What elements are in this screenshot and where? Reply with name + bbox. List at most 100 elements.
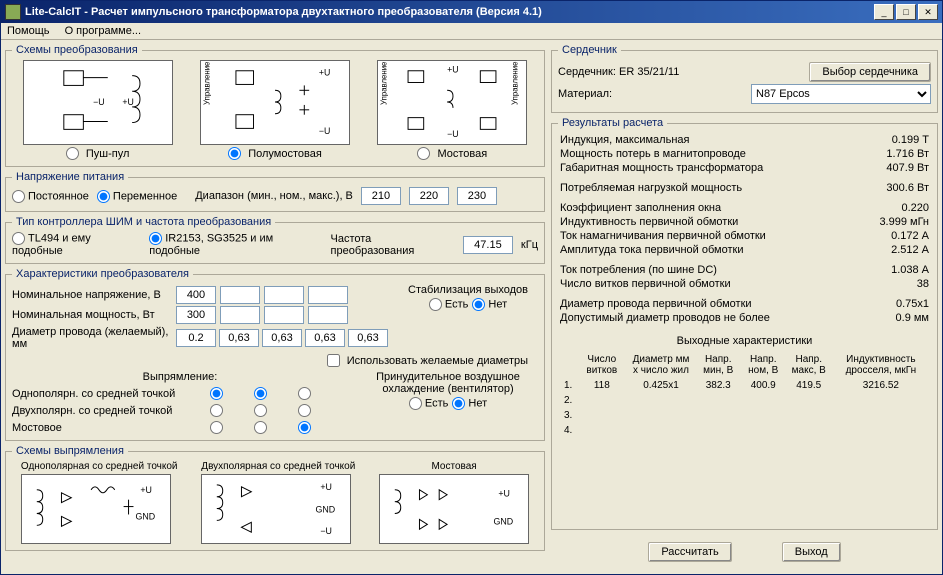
rect-bridge-diagram: +U GND xyxy=(379,474,529,544)
bridge-diagram: Управление Управление +U −U xyxy=(377,60,527,145)
power-4[interactable] xyxy=(308,306,348,324)
cool-yes-radio[interactable] xyxy=(409,397,422,410)
window-title: Lite-CalcIT - Расчет импульсного трансфо… xyxy=(25,6,874,18)
minimize-button[interactable]: _ xyxy=(874,4,894,20)
calculate-button[interactable]: Рассчитать xyxy=(648,542,731,562)
cool-no-radio[interactable] xyxy=(452,397,465,410)
output-row: 4. xyxy=(560,424,929,437)
output-row: 1.1180.425x1382.3400.9419.53216.52 xyxy=(560,379,929,392)
svg-text:GND: GND xyxy=(135,511,155,521)
app-icon xyxy=(5,4,21,20)
select-core-button[interactable]: Выбор сердечника xyxy=(809,62,931,82)
power-2[interactable] xyxy=(220,306,260,324)
result-row: Индуктивность первичной обмотки3.999 мГн xyxy=(558,215,931,229)
svg-text:+U: +U xyxy=(122,97,133,107)
svg-text:−U: −U xyxy=(447,129,458,139)
maximize-button[interactable]: □ xyxy=(896,4,916,20)
rect2-bi[interactable] xyxy=(244,404,277,417)
core-value: ER 35/21/11 xyxy=(619,66,679,78)
diam-3[interactable] xyxy=(305,329,345,347)
diam-2[interactable] xyxy=(262,329,302,347)
exit-button[interactable]: Выход xyxy=(782,542,841,562)
result-row: Ток намагничивания первичной обмотки0.17… xyxy=(558,229,931,243)
diam-0[interactable] xyxy=(176,329,216,347)
schemes-legend: Схемы преобразования xyxy=(12,44,142,56)
supply-voltage-group: Напряжение питания Постоянное Переменное… xyxy=(5,171,545,212)
rect1-uni[interactable] xyxy=(200,387,233,400)
output-row: 2. xyxy=(560,394,929,407)
push-pull-diagram: Управление−U+U xyxy=(23,60,173,145)
svg-text:GND: GND xyxy=(494,516,514,526)
half-bridge-radio[interactable] xyxy=(228,147,241,160)
output-row: 3. xyxy=(560,409,929,422)
app-window: Lite-CalcIT - Расчет импульсного трансфо… xyxy=(0,0,943,575)
result-row: Число витков первичной обмотки38 xyxy=(558,277,931,291)
rect1-bi[interactable] xyxy=(200,404,233,417)
material-select[interactable]: N87 Epcos xyxy=(751,84,931,104)
vnom-input[interactable] xyxy=(409,187,449,205)
tl494-radio[interactable] xyxy=(12,232,25,245)
result-row: Ток потребления (по шине DC)1.038 А xyxy=(558,263,931,277)
controller-group: Тип контроллера ШИМ и частота преобразов… xyxy=(5,216,545,264)
titlebar: Lite-CalcIT - Расчет импульсного трансфо… xyxy=(1,1,942,23)
rect3-uni[interactable] xyxy=(288,387,321,400)
result-row: Амплитуда тока первичной обмотки2.512 А xyxy=(558,243,931,257)
diam-4[interactable] xyxy=(348,329,388,347)
svg-text:+U: +U xyxy=(140,485,152,495)
diam-1[interactable] xyxy=(219,329,259,347)
stab-no-radio[interactable] xyxy=(472,298,485,311)
result-row: Диаметр провода первичной обмотки0.75x1 xyxy=(558,297,931,311)
push-pull-radio[interactable] xyxy=(66,147,79,160)
menu-help[interactable]: Помощь xyxy=(7,25,50,37)
rect-unipolar-diagram: +U GND xyxy=(21,474,171,544)
rectifier-schemes-group: Схемы выпрямления Однополярная со средне… xyxy=(5,445,545,551)
result-row: Потребляемая нагрузкой мощность300.6 Вт xyxy=(558,181,931,195)
ir2153-radio[interactable] xyxy=(149,232,162,245)
rect3-br[interactable] xyxy=(288,421,321,434)
dc-radio[interactable] xyxy=(12,190,25,203)
result-row: Индукция, максимальная0.199 Т xyxy=(558,133,931,147)
freq-input[interactable] xyxy=(463,236,513,254)
use-diam-checkbox[interactable] xyxy=(327,354,340,367)
svg-text:−U: −U xyxy=(319,126,330,136)
vmin-input[interactable] xyxy=(361,187,401,205)
half-bridge-diagram: Управление +U −U xyxy=(200,60,350,145)
svg-text:Управление: Управление xyxy=(511,62,520,105)
svg-text:+U: +U xyxy=(321,482,333,492)
voltage-2[interactable] xyxy=(220,286,260,304)
rect2-br[interactable] xyxy=(244,421,277,434)
svg-text:+U: +U xyxy=(319,68,330,78)
rect1-br[interactable] xyxy=(200,421,233,434)
ac-radio[interactable] xyxy=(97,190,110,203)
outputs-table: Число витков Диаметр мм x число жил Напр… xyxy=(558,351,931,439)
power-3[interactable] xyxy=(264,306,304,324)
voltage-1[interactable] xyxy=(176,286,216,304)
voltage-4[interactable] xyxy=(308,286,348,304)
rect2-uni[interactable] xyxy=(244,387,277,400)
result-row: Мощность потерь в магнитопроводе1.716 Вт xyxy=(558,147,931,161)
result-row: Габаритная мощность трансформатора407.9 … xyxy=(558,161,931,175)
converter-schemes-group: Схемы преобразования Управление−U+U Пуш-… xyxy=(5,44,545,167)
converter-chars-group: Характеристики преобразователя Номинальн… xyxy=(5,268,545,441)
results-group: Результаты расчета Индукция, максимальна… xyxy=(551,117,938,530)
bridge-radio[interactable] xyxy=(417,147,430,160)
svg-text:Управление: Управление xyxy=(203,62,212,105)
svg-text:+U: +U xyxy=(447,65,458,75)
menu-about[interactable]: О программе... xyxy=(65,25,141,37)
svg-text:GND: GND xyxy=(316,504,336,514)
close-button[interactable]: ✕ xyxy=(918,4,938,20)
vmax-input[interactable] xyxy=(457,187,497,205)
voltage-3[interactable] xyxy=(264,286,304,304)
menubar: Помощь О программе... xyxy=(1,23,942,40)
stab-yes-radio[interactable] xyxy=(429,298,442,311)
rect-bipolar-diagram: +U GND −U xyxy=(201,474,351,544)
power-1[interactable] xyxy=(176,306,216,324)
core-group: Сердечник Сердечник: ER 35/21/11 Выбор с… xyxy=(551,44,938,113)
svg-text:−U: −U xyxy=(93,97,104,107)
result-row: Коэффициент заполнения окна0.220 xyxy=(558,201,931,215)
rect3-bi[interactable] xyxy=(288,404,321,417)
result-row: Допустимый диаметр проводов не более0.9 … xyxy=(558,311,931,325)
svg-text:−U: −U xyxy=(321,526,333,536)
svg-text:Управление: Управление xyxy=(380,62,389,105)
svg-text:+U: +U xyxy=(498,489,510,499)
